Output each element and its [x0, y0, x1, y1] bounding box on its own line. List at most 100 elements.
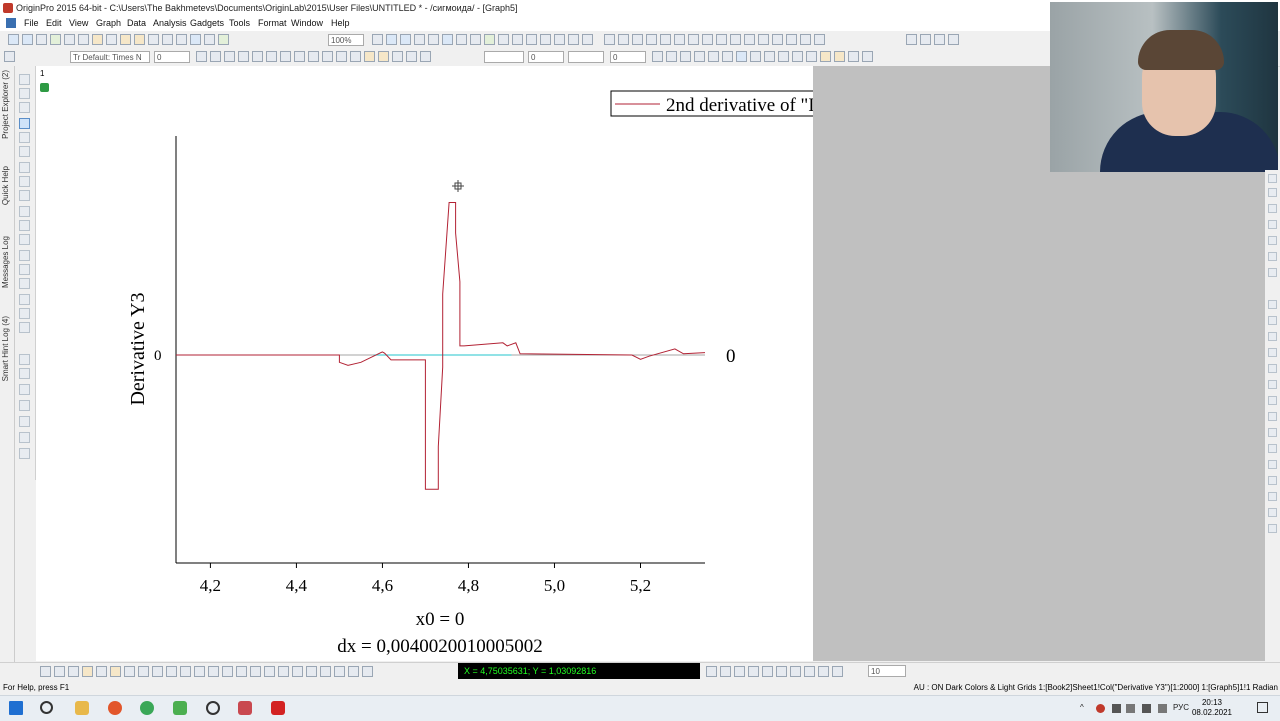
front-icon[interactable]	[666, 51, 677, 62]
new-excel-icon[interactable]	[36, 34, 47, 45]
border-combo[interactable]	[568, 51, 604, 63]
tray-chevron-icon[interactable]: ^	[1080, 703, 1084, 712]
right-tool-19-icon[interactable]	[1268, 476, 1277, 485]
firefox-icon[interactable]	[108, 701, 122, 715]
layer-contents-icon[interactable]	[568, 34, 579, 45]
menu-tools[interactable]: Tools	[229, 18, 250, 28]
region-data-selector-icon[interactable]	[19, 190, 30, 201]
right-tool-7-icon[interactable]	[1268, 268, 1277, 277]
stack-tool-icon[interactable]	[19, 416, 30, 427]
box-plot-icon[interactable]	[264, 666, 275, 677]
disable-mask-icon[interactable]	[778, 51, 789, 62]
sampling-icon[interactable]	[814, 34, 825, 45]
grid-tool-icon[interactable]	[19, 432, 30, 443]
new-layer-icon[interactable]	[498, 34, 509, 45]
tab-smart-hint-log[interactable]: Smart Hint Log (4)	[1, 316, 12, 381]
disregard-icon[interactable]	[786, 34, 797, 45]
pen-icon[interactable]	[1158, 704, 1167, 713]
right-tool-21-icon[interactable]	[1268, 508, 1277, 517]
image-tool-icon[interactable]	[19, 294, 30, 305]
previous-page-icon[interactable]	[920, 34, 931, 45]
bar-tool-icon[interactable]	[19, 384, 30, 395]
right-tool-12-icon[interactable]	[1268, 364, 1277, 373]
screen-reader-tool-icon[interactable]	[19, 118, 30, 129]
tilt-up-icon[interactable]	[734, 666, 745, 677]
group-objects-icon[interactable]	[806, 51, 817, 62]
arrow-tool-icon[interactable]	[19, 220, 30, 231]
auto-update-icon[interactable]	[4, 51, 15, 62]
new-matrix-icon[interactable]	[50, 34, 61, 45]
line-plot-icon[interactable]	[40, 666, 51, 677]
z-axis-icon[interactable]	[758, 34, 769, 45]
right-tool-20-icon[interactable]	[1268, 492, 1277, 501]
paint-tool-icon[interactable]	[19, 400, 30, 411]
right-tool-14-icon[interactable]	[1268, 396, 1277, 405]
graph-paste-icon[interactable]	[862, 51, 873, 62]
chrome-icon[interactable]	[140, 701, 154, 715]
save-template-icon[interactable]	[176, 34, 187, 45]
line-width-combo[interactable]: 0	[528, 51, 564, 63]
histogram-plot-icon[interactable]	[278, 666, 289, 677]
screen-reader-cursor-icon[interactable]	[452, 180, 464, 192]
superscript-icon[interactable]	[238, 51, 249, 62]
project-explorer-icon[interactable]	[414, 34, 425, 45]
multi-panel-icon[interactable]	[292, 666, 303, 677]
line-style-icon[interactable]	[420, 51, 431, 62]
matrix-plot-icon[interactable]	[362, 666, 373, 677]
menu-graph[interactable]: Graph	[96, 18, 121, 28]
graph-copy-icon[interactable]	[848, 51, 859, 62]
surface-plot-icon[interactable]	[194, 666, 205, 677]
circle-tool-icon[interactable]	[19, 368, 30, 379]
bold-icon[interactable]	[196, 51, 207, 62]
greek-icon[interactable]	[280, 51, 291, 62]
columns-tool-icon[interactable]	[19, 448, 30, 459]
zoom-combo[interactable]: 100%	[328, 34, 364, 46]
hide-mask-icon[interactable]	[792, 51, 803, 62]
vector-plot-icon[interactable]	[250, 666, 261, 677]
add-color-scale-icon[interactable]	[540, 34, 551, 45]
taskbar-clock[interactable]: 20:13 08.02.2021	[1192, 698, 1232, 718]
hand-tool-icon[interactable]	[19, 264, 30, 275]
right-tool-2-icon[interactable]	[1268, 188, 1277, 197]
align-right-icon[interactable]	[350, 51, 361, 62]
highlight-icon[interactable]	[834, 51, 845, 62]
tilt-down-icon[interactable]	[748, 666, 759, 677]
rectangle-tool-icon[interactable]	[19, 250, 30, 261]
font-combo[interactable]: Tr Default: Times N	[70, 51, 150, 63]
new-graph-icon[interactable]	[64, 34, 75, 45]
arrange-layers-icon[interactable]	[512, 34, 523, 45]
waterfall-plot-icon[interactable]	[208, 666, 219, 677]
3d-plot-icon[interactable]	[180, 666, 191, 677]
menu-view[interactable]: View	[69, 18, 88, 28]
green-app-icon[interactable]	[173, 701, 187, 715]
border-icon[interactable]	[708, 51, 719, 62]
ternary-plot-icon[interactable]	[236, 666, 247, 677]
mask-tool-icon[interactable]	[19, 322, 30, 333]
notification-icon[interactable]	[1257, 702, 1268, 713]
new-workbook-icon[interactable]	[22, 34, 33, 45]
scale-tool-icon[interactable]	[19, 278, 30, 289]
group-icon[interactable]	[800, 34, 811, 45]
recalculate-icon[interactable]	[218, 34, 229, 45]
image-plot-icon[interactable]	[222, 666, 233, 677]
right-tool-17-icon[interactable]	[1268, 444, 1277, 453]
right-tool-4-icon[interactable]	[1268, 220, 1277, 229]
set-xy-icon[interactable]	[604, 34, 615, 45]
import-icon[interactable]	[190, 34, 201, 45]
right-tool-8-icon[interactable]	[1268, 300, 1277, 309]
stack-plot-icon[interactable]	[110, 666, 121, 677]
new-project-icon[interactable]	[8, 34, 19, 45]
zoom-out-tool-icon[interactable]	[19, 102, 30, 113]
code-builder-icon[interactable]	[456, 34, 467, 45]
histogram-icon[interactable]	[688, 34, 699, 45]
line-tool-icon[interactable]	[19, 234, 30, 245]
bubble-plot-icon[interactable]	[334, 666, 345, 677]
lock-icon[interactable]	[40, 83, 49, 92]
right-tool-22-icon[interactable]	[1268, 524, 1277, 533]
tab-messages-log[interactable]: Messages Log	[1, 236, 12, 288]
windows-start-icon[interactable]	[9, 701, 23, 715]
refresh-icon[interactable]	[372, 34, 383, 45]
acrobat-icon[interactable]	[271, 701, 285, 715]
script-window-icon[interactable]	[442, 34, 453, 45]
add-legend-icon[interactable]	[526, 34, 537, 45]
